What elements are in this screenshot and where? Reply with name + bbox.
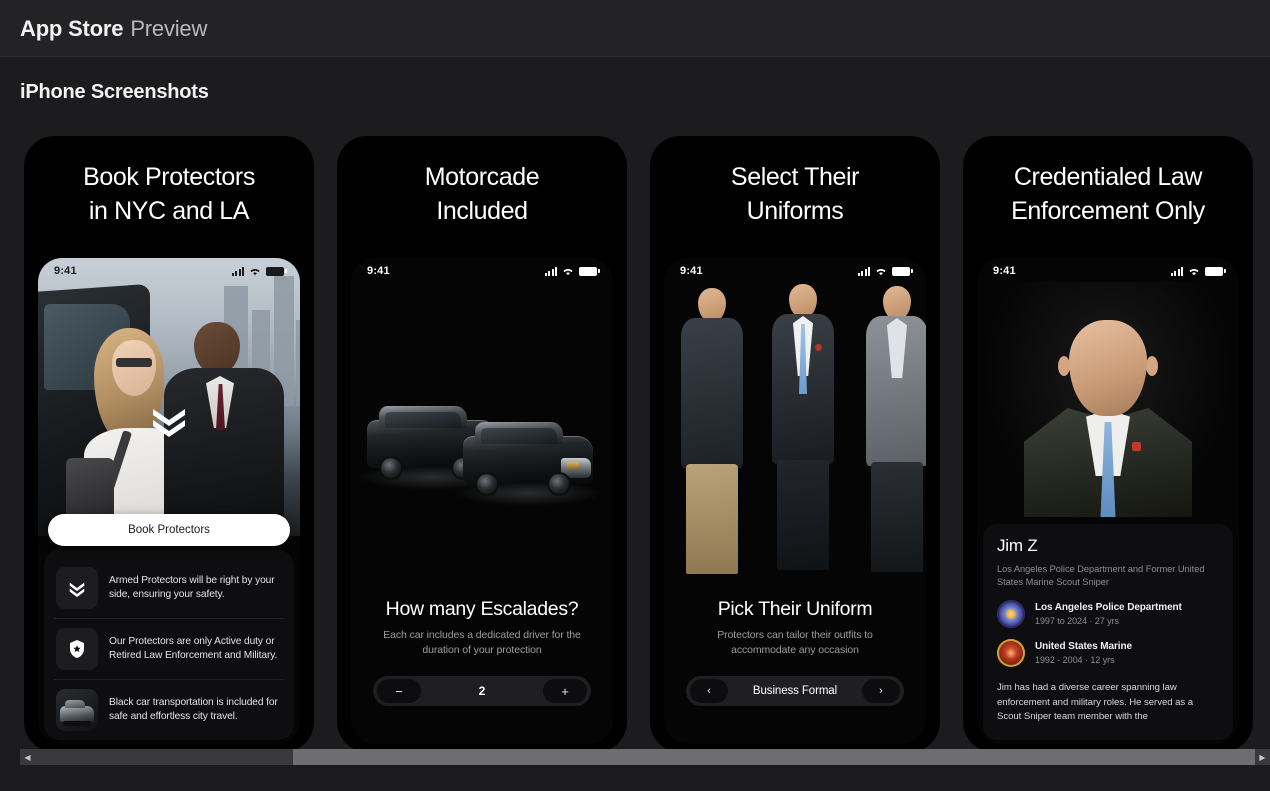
protector-business-formal [756,284,850,576]
cellular-signal-icon [857,266,870,276]
titlebar: App Store Preview [0,0,1270,57]
preview-label: Preview [130,15,208,41]
uniform-caption: Pick Their Uniform Protectors can tailor… [664,598,926,658]
status-clock: 9:41 [993,265,1016,277]
scrollbar-thumb[interactable] [293,749,1255,765]
protector-tactical [670,288,754,576]
wifi-icon [875,267,887,276]
book-protectors-button[interactable]: Book Protectors [48,514,290,546]
feature-row: Armed Protectors will be right by your s… [54,558,284,618]
wifi-icon [249,267,261,276]
cellular-signal-icon [1170,266,1183,276]
device-screen-1: 9:41 Book Protectors Armed Protectors wi… [38,258,300,744]
uniform-value: Business Formal [752,685,838,697]
battery-icon [892,266,913,276]
feature-text: Black car transportation is included for… [109,697,278,722]
status-bar-2: 9:41 [351,258,613,284]
status-clock: 9:41 [367,265,390,277]
protector-bio: Jim has had a diverse career spanning la… [997,682,1194,722]
feature-row: Black car transportation is included for… [54,679,284,740]
bottom-strip [0,765,1270,791]
scroll-left-arrow-icon[interactable]: ◀ [20,749,35,765]
credential-dates: 1992 - 2004 · 12 yrs [1035,655,1115,665]
battery-icon [1205,266,1226,276]
status-clock: 9:41 [680,265,703,277]
horizontal-scrollbar[interactable]: ◀ ▶ [20,749,1270,765]
screenshot-card-4[interactable]: Credentialed Law Enforcement Only 9:41 J… [963,136,1253,752]
lapd-badge-icon [997,600,1025,628]
status-bar-4: 9:41 [977,258,1239,284]
protector-role: Los Angeles Police Department and Former… [997,564,1205,587]
uniform-options-image [664,280,926,576]
screenshot-headline-2: Motorcade Included [424,163,540,225]
status-bar-1: 9:41 [38,258,300,284]
chevrons-icon [56,567,98,609]
feature-text: Armed Protectors will be right by your s… [109,575,275,600]
previous-uniform-button[interactable]: ‹ [690,679,728,703]
uniform-caption-title: Pick Their Uniform [717,598,873,620]
feature-text: Our Protectors are only Active duty or R… [109,636,278,661]
credential-dates: 1997 to 2024 · 27 yrs [1035,616,1120,626]
wifi-icon [1188,267,1200,276]
device-screen-2: 9:41 How many Escalades? Each car includ… [351,258,613,744]
uniform-caption-sub: Protectors can tailor their outfits to a… [717,629,873,656]
chevrons-logo-icon [147,400,191,449]
uniform-picker[interactable]: ‹ Business Formal › [686,676,904,706]
wifi-icon [562,267,574,276]
feature-row: Our Protectors are only Active duty or R… [54,618,284,679]
escalade-caption-title: How many Escalades? [385,598,579,620]
features-card: Armed Protectors will be right by your s… [44,550,294,740]
status-bar-3: 9:41 [664,258,926,284]
badge-shield-icon [56,628,98,670]
protector-business-casual [852,286,926,576]
section-heading: iPhone Screenshots [20,81,209,103]
screenshot-headline-3: Select Their Uniforms [730,163,860,225]
scroll-right-arrow-icon[interactable]: ▶ [1255,749,1270,765]
protector-name: Jim Z [997,536,1038,555]
app-store-label: App Store [20,15,124,41]
status-clock: 9:41 [54,265,77,277]
increment-button[interactable]: + [543,679,587,703]
scrollbar-track[interactable] [35,749,1255,765]
screenshot-headline-4: Credentialed Law Enforcement Only [1011,163,1205,225]
credential-row: United States Marine 1992 - 2004 · 12 yr… [997,639,1219,667]
battery-icon [579,266,600,276]
cellular-signal-icon [231,266,244,276]
device-screen-3: 9:41 Pick Their Uniform Protectors can t… [664,258,926,744]
credential-org: United States Marine [1035,641,1132,652]
cellular-signal-icon [544,266,557,276]
screenshot-card-3[interactable]: Select Their Uniforms 9:41 Pick Their Un… [650,136,940,752]
credential-org: Los Angeles Police Department [1035,602,1182,613]
quantity-value: 2 [478,684,486,698]
usmc-badge-icon [997,639,1025,667]
screenshot-headline-1: Book Protectors in NYC and LA [83,163,255,225]
screenshot-card-1[interactable]: Book Protectors in NYC and LA 9:41 Book … [24,136,314,752]
escalade-caption: How many Escalades? Each car includes a … [351,598,613,658]
hero-photo-1 [38,258,300,536]
escalade-caption-sub: Each car includes a dedicated driver for… [383,629,581,656]
device-screen-4: 9:41 Jim Z Los Angeles Police Department… [977,258,1239,744]
screenshot-gallery[interactable]: Book Protectors in NYC and LA 9:41 Book … [0,136,1270,752]
next-uniform-button[interactable]: › [861,679,900,703]
escalade-quantity-stepper[interactable]: − 2 + [373,676,591,706]
protector-profile-card: Jim Z Los Angeles Police Department and … [983,524,1233,740]
decrement-button[interactable]: − [377,679,421,703]
protector-portrait [983,282,1233,517]
battery-icon [266,266,287,276]
screenshot-card-2[interactable]: Motorcade Included 9:41 How many Escalad… [337,136,627,752]
credential-row: Los Angeles Police Department 1997 to 20… [997,600,1219,628]
escalade-motorcade-image [351,378,613,538]
black-car-photo [56,689,98,731]
